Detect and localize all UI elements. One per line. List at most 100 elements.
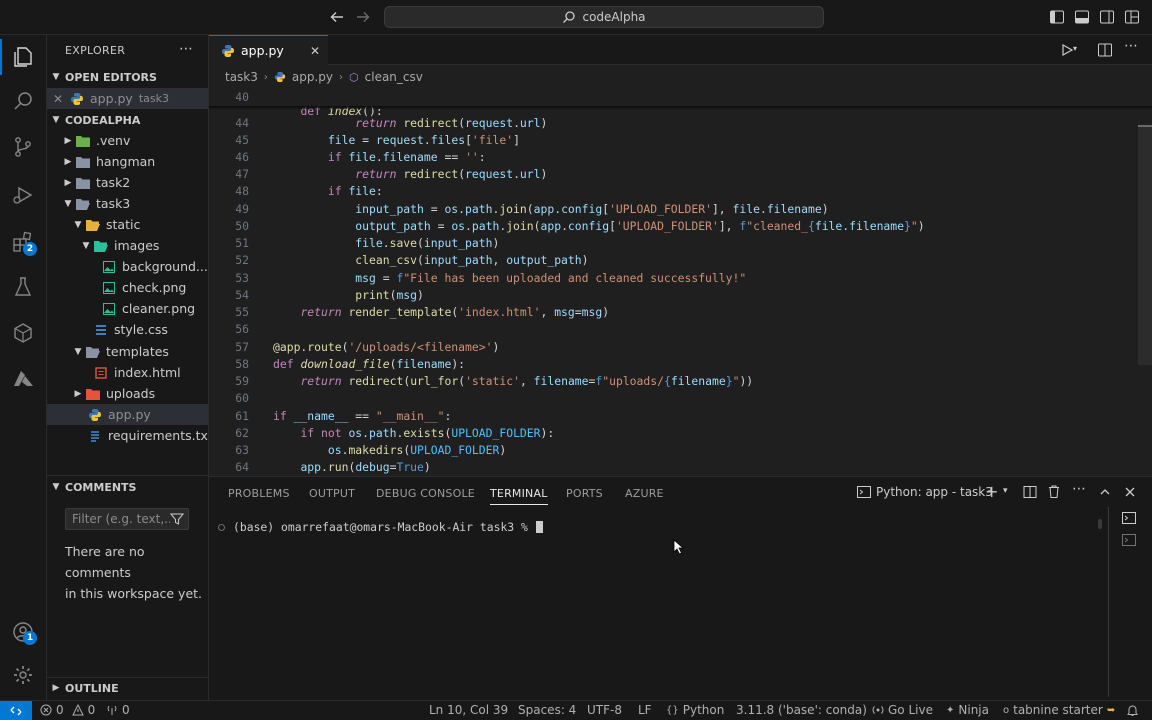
eol-status[interactable]: LF xyxy=(638,703,652,717)
no-comments-message: There are no comments in this workspace … xyxy=(65,544,203,601)
split-editor-icon[interactable] xyxy=(1097,42,1113,58)
comments-filter-input[interactable]: Filter (e.g. text,... xyxy=(65,508,189,530)
language-mode[interactable]: {} Python xyxy=(666,703,724,717)
problems-status[interactable]: 0 0 xyxy=(40,703,95,717)
tree-file-background[interactable]: background... xyxy=(47,256,208,277)
workspace-name: codeAlpha xyxy=(582,10,646,24)
editor-scrollbar[interactable] xyxy=(1138,125,1152,365)
outline-header[interactable]: ▶ OUTLINE xyxy=(47,678,209,698)
terminal-tabs-divider xyxy=(1108,507,1109,697)
toggle-secondary-sidebar-icon[interactable] xyxy=(1099,9,1115,25)
tree-folder-uploads[interactable]: ▶ uploads xyxy=(47,383,208,404)
terminal-selector[interactable]: Python: app - task3 xyxy=(857,485,993,499)
forward-arrow-icon[interactable] xyxy=(354,8,374,26)
code-token: filename xyxy=(382,150,438,164)
tree-file-style-css[interactable]: style.css xyxy=(47,319,208,340)
line-number: 59 xyxy=(235,374,249,388)
ninja-status[interactable]: ✦ Ninja xyxy=(946,703,989,717)
warning-icon xyxy=(71,704,84,716)
maximize-panel-chevron-up-icon[interactable] xyxy=(1098,485,1112,499)
comments-header[interactable]: ▼ COMMENTS xyxy=(47,477,209,497)
breadcrumb: task3 › app.py › ⬡ clean_csv xyxy=(209,66,1152,88)
ports-status[interactable]: 0 xyxy=(106,703,130,717)
line-number: 60 xyxy=(235,391,249,405)
remote-indicator[interactable] xyxy=(0,701,32,720)
tree-folder-templates[interactable]: ▼ templates xyxy=(47,341,208,362)
tree-folder-task2[interactable]: ▶ task2 xyxy=(47,172,208,193)
search-icon xyxy=(563,11,576,23)
run-dropdown-chevron-icon[interactable]: ▾ xyxy=(1073,44,1077,53)
tab-app-py[interactable]: app.py ✕ xyxy=(209,35,328,65)
tab-terminal[interactable]: TERMINAL xyxy=(490,487,548,505)
code-token: "File has been uploaded and cleaned succ… xyxy=(403,271,747,285)
back-arrow-icon[interactable] xyxy=(328,8,348,26)
tab-problems[interactable]: PROBLEMS xyxy=(228,487,290,500)
go-live-button[interactable]: Go Live xyxy=(872,703,933,717)
panel-more-actions-icon[interactable]: ⋯ xyxy=(1072,481,1086,497)
terminal-instance-icon[interactable] xyxy=(1122,533,1136,547)
chevron-down-icon: ▼ xyxy=(52,482,60,492)
toggle-primary-sidebar-icon[interactable] xyxy=(1049,9,1065,25)
line-number: 63 xyxy=(235,443,249,457)
section-divider xyxy=(47,475,208,476)
tree-folder-hangman[interactable]: ▶ hangman xyxy=(47,151,208,172)
code-line: file.save(input_path) xyxy=(355,236,500,250)
run-debug-icon[interactable] xyxy=(11,183,35,207)
python-interpreter[interactable]: 3.11.8 ('base': conda) xyxy=(736,703,867,717)
open-editor-item[interactable]: ✕ app.py task3 xyxy=(47,88,208,109)
encoding-status[interactable]: UTF-8 xyxy=(587,703,622,717)
tab-azure[interactable]: AZURE xyxy=(625,487,664,500)
terminal-scrollbar[interactable] xyxy=(1098,519,1102,529)
new-terminal-plus-icon[interactable]: + xyxy=(985,482,998,501)
filter-icon[interactable] xyxy=(170,512,184,526)
tree-file-cleaner-png[interactable]: cleaner.png xyxy=(47,298,208,319)
testing-flask-icon[interactable] xyxy=(11,275,35,299)
tab-ports[interactable]: PORTS xyxy=(566,487,603,500)
text-file-icon xyxy=(87,429,103,443)
explorer-files-icon[interactable] xyxy=(11,45,35,69)
tab-debug-console[interactable]: DEBUG CONSOLE xyxy=(376,487,475,500)
trash-icon[interactable] xyxy=(1047,484,1061,499)
tabnine-status[interactable]: o tabnine starter ➥ xyxy=(1003,703,1115,717)
terminal-dropdown-chevron-icon[interactable]: ▾ xyxy=(1003,486,1008,496)
azure-icon[interactable] xyxy=(11,367,35,391)
more-actions-icon[interactable]: ⋯ xyxy=(179,41,193,57)
accounts-badge: 1 xyxy=(23,631,37,645)
terminal-instance-icon[interactable] xyxy=(1122,511,1136,525)
code-editor[interactable]: 40 def index(): 44 return redirect(reque… xyxy=(209,88,1152,475)
customize-layout-icon[interactable] xyxy=(1124,9,1140,25)
tab-output[interactable]: OUTPUT xyxy=(309,487,355,500)
image-file-icon xyxy=(101,302,117,316)
tree-file-index-html[interactable]: index.html xyxy=(47,362,208,383)
toggle-panel-icon[interactable] xyxy=(1074,9,1090,25)
cursor-position[interactable]: Ln 10, Col 39 xyxy=(429,703,508,717)
breadcrumb-symbol[interactable]: clean_csv xyxy=(365,70,423,84)
tree-file-check-png[interactable]: check.png xyxy=(47,277,208,298)
chevron-right-icon: ▶ xyxy=(64,135,72,146)
close-tab-icon[interactable]: ✕ xyxy=(310,44,320,58)
terminal-output[interactable]: (base) omarrefaat@omars-MacBook-Air task… xyxy=(218,520,543,534)
close-icon[interactable]: ✕ xyxy=(47,92,69,106)
breadcrumb-folder[interactable]: task3 xyxy=(225,70,258,84)
source-control-icon[interactable] xyxy=(11,135,35,159)
tree-file-app-py[interactable]: app.py xyxy=(47,404,208,425)
tree-folder-venv[interactable]: ▶ .venv xyxy=(47,130,208,151)
code-token: output_path xyxy=(506,253,582,267)
tree-folder-static[interactable]: ▼ static xyxy=(47,214,208,235)
workspace-header[interactable]: ▼ CODEALPHA xyxy=(47,110,209,130)
settings-gear-icon[interactable] xyxy=(11,663,35,687)
split-terminal-icon[interactable] xyxy=(1023,485,1037,499)
open-editors-header[interactable]: ▼ OPEN EDITORS xyxy=(47,67,209,87)
tree-file-requirements[interactable]: requirements.txt xyxy=(47,425,208,446)
breadcrumb-file[interactable]: app.py xyxy=(292,70,333,84)
indentation-status[interactable]: Spaces: 4 xyxy=(518,703,576,717)
code-token: 'index.html' xyxy=(458,305,541,319)
command-center-search[interactable]: codeAlpha xyxy=(384,6,824,28)
notifications-bell-icon[interactable] xyxy=(1126,704,1139,717)
close-panel-icon[interactable] xyxy=(1123,485,1137,499)
tree-folder-images[interactable]: ▼ images xyxy=(47,235,208,256)
tree-folder-task3[interactable]: ▼ task3 xyxy=(47,193,208,214)
editor-more-actions-icon[interactable]: ⋯ xyxy=(1124,38,1138,54)
search-icon[interactable] xyxy=(11,89,35,113)
remote-explorer-icon[interactable] xyxy=(11,321,35,345)
